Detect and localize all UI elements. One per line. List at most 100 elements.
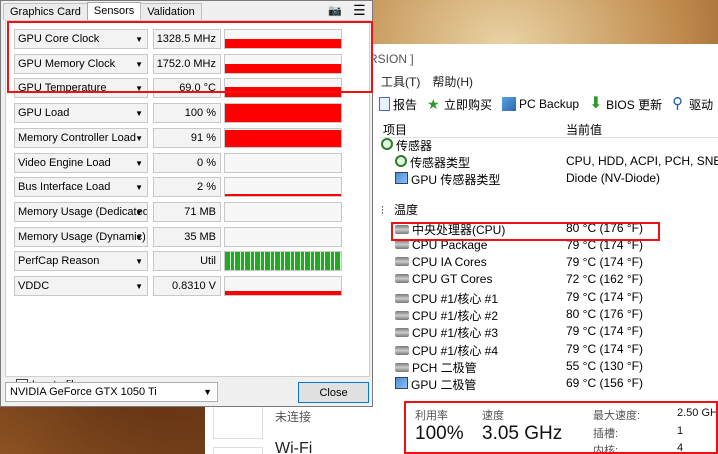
gpu-selector[interactable]: NVIDIA GeForce GTX 1050 Ti ▼ [5,382,218,402]
graph-fill [225,194,341,197]
chip-icon [395,272,409,286]
highlight-box [7,21,373,93]
sensor-graph [224,177,342,198]
tree-item-label: 传感器类型 [410,156,471,170]
sensor-value: Util [153,251,221,272]
chevron-down-icon: ▼ [135,282,143,291]
report-icon [379,97,390,111]
tree-row[interactable]: GPU 传感器类型 Diode (NV-Diode) [379,171,718,188]
sensor-row: Bus Interface Load ▼ 2 % [14,177,349,198]
sensor-name-dropdown[interactable]: Video Engine Load ▼ [14,152,148,173]
tab-graphics-card[interactable]: Graphics Card [3,3,88,20]
tree-item-label: PCH 二极管 [412,361,477,375]
sensor-graph [224,103,342,124]
tree-item-label: CPU #1/核心 #4 [412,344,499,358]
chevron-down-icon: ▼ [203,387,212,397]
sensor-name: Memory Usage (Dynamic) [18,230,146,243]
gpu-icon [395,377,408,392]
sensor-graph [224,276,342,296]
toolbar: 报告 ★ 立即购买 PC Backup ⬇ BIOS 更新 ⚲ 驱动 [379,92,713,116]
star-icon: ★ [427,96,440,112]
value-column-header[interactable]: 当前值 [566,121,602,138]
sensor-graph [224,251,342,272]
sensor-value: 35 MB [153,226,221,247]
tree-item-value: 72 °C (162 °F) [566,272,643,286]
thermometer-icon: ⫶ [381,204,384,217]
download-arrow-icon: ⬇ [589,95,603,112]
buy-now-button[interactable]: ★ 立即购买 [427,96,492,113]
chevron-down-icon: ▼ [135,133,143,143]
tab-sensors[interactable]: Sensors [86,2,142,20]
sensor-name: GPU Load [18,107,70,120]
tree-item-label: GPU 二极管 [411,378,477,392]
wifi-label[interactable]: Wi-Fi [275,440,312,454]
pc-backup-button[interactable]: PC Backup [502,97,579,111]
close-button[interactable]: Close [298,382,369,403]
sensor-name-dropdown[interactable]: PerfCap Reason ▼ [14,251,148,272]
sensor-name-dropdown[interactable]: GPU Load ▼ [14,103,148,124]
tab-validation[interactable]: Validation [140,3,202,20]
gpu-icon [395,172,408,187]
sensor-name: Memory Usage (Dedicated) [18,205,148,218]
tree-item-value: 79 °C (174 °F) [566,342,643,356]
driver-button[interactable]: ⚲ 驱动 [672,96,713,113]
chip-icon [395,344,409,358]
tree-row[interactable]: 传感器 [379,137,718,154]
item-column-header[interactable]: 项目 [383,121,407,138]
hamburger-menu-icon[interactable]: ☰ [353,2,366,19]
tree-item-label: CPU IA Cores [412,255,487,269]
sensor-name: PerfCap Reason [18,255,100,268]
graph-fill [225,291,341,295]
window-title: RSION ] [369,52,414,66]
chevron-down-icon: ▼ [135,207,143,217]
sensor-name-dropdown[interactable]: Bus Interface Load ▼ [14,177,148,198]
highlight-box [404,401,718,454]
chevron-down-icon: ▼ [135,183,143,193]
sensor-row: VDDC ▼ 0.8310 V [14,276,349,297]
tree-item-value: Diode (NV-Diode) [566,171,661,185]
tree-row[interactable]: CPU #1/核心 #1 79 °C (174 °F) [379,290,718,307]
sensor-row: Memory Usage (Dedicated) ▼ 71 MB [14,201,349,223]
chevron-down-icon: ▼ [135,109,143,119]
chip-icon [395,361,409,375]
menu-help[interactable]: 帮助(H) [432,73,473,93]
sensor-name-dropdown[interactable]: Memory Controller Load ▼ [14,127,148,148]
tree-row[interactable]: 传感器类型 CPU, HDD, ACPI, PCH, SNB [379,154,718,171]
sensor-graph [224,127,342,148]
gpu-selector-value: NVIDIA GeForce GTX 1050 Ti [10,386,157,398]
sensor-name-dropdown[interactable]: VDDC ▼ [14,276,148,296]
sensor-value: 0.8310 V [153,276,221,296]
tree-item-label: CPU #1/核心 #1 [412,292,499,306]
tree-row[interactable]: GPU 二极管 69 °C (156 °F) [379,376,718,393]
sensor-row: PerfCap Reason ▼ Util [14,251,349,272]
tree-item-value: 69 °C (156 °F) [566,376,643,390]
camera-icon[interactable]: 📷 [328,4,342,17]
sensor-value: 100 % [153,103,221,124]
tree-row[interactable]: CPU GT Cores 72 °C (162 °F) [379,272,718,289]
chevron-down-icon: ▼ [135,158,143,168]
column-header: 项目 当前值 [379,118,718,138]
chip-icon [395,326,409,340]
search-icon: ⚲ [672,95,684,112]
bios-update-button[interactable]: ⬇ BIOS 更新 [589,96,662,113]
report-button[interactable]: 报告 [379,96,417,113]
sensor-name-dropdown[interactable]: Memory Usage (Dedicated) ▼ [14,201,148,222]
sensor-name-dropdown[interactable]: Memory Usage (Dynamic) ▼ [14,226,148,247]
sensor-graph [224,152,342,173]
tree-row[interactable]: CPU #1/核心 #4 79 °C (174 °F) [379,342,718,359]
tree-row[interactable]: PCH 二极管 55 °C (130 °F) [379,359,718,376]
tree-item-label: 传感器 [396,139,433,153]
tree-row[interactable]: CPU IA Cores 79 °C (174 °F) [379,255,718,272]
chevron-down-icon: ▼ [135,232,143,242]
sensor-icon [381,138,393,153]
tree-row[interactable]: CPU #1/核心 #2 80 °C (176 °F) [379,307,718,324]
network-tile[interactable] [213,403,263,439]
tree-row[interactable]: CPU #1/核心 #3 79 °C (174 °F) [379,324,718,341]
tree-row[interactable]: ⫶ 温度 [379,201,718,218]
graph-fill [225,130,341,147]
tree-item-value: 79 °C (174 °F) [566,255,643,269]
unconnected-label: 未连接 [275,410,312,424]
network-tile[interactable] [213,447,263,454]
menu-tools[interactable]: 工具(T) [381,73,420,93]
chip-icon [395,292,409,306]
